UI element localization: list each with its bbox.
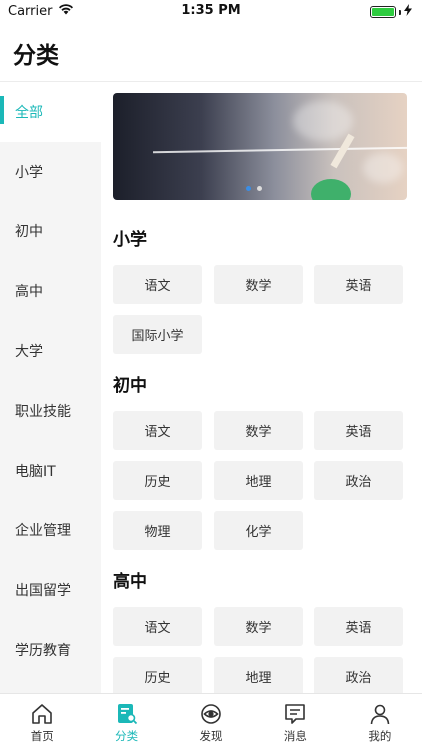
sidebar-item-university[interactable]: 大学 bbox=[0, 321, 101, 381]
tag-button[interactable]: 政治 bbox=[314, 657, 403, 693]
sidebar-item-junior-high[interactable]: 初中 bbox=[0, 202, 101, 262]
bottom-tab-bar: 首页 分类 发现 消息 我的 bbox=[0, 693, 422, 750]
tag-button[interactable]: 历史 bbox=[113, 657, 202, 693]
section-title-senior-high: 高中 bbox=[113, 572, 147, 592]
sidebar-item-management[interactable]: 企业管理 bbox=[0, 501, 101, 561]
status-time: 1:35 PM bbox=[181, 3, 241, 18]
tag-button[interactable]: 语文 bbox=[113, 607, 202, 646]
home-icon bbox=[32, 704, 53, 724]
sidebar-item-all[interactable]: 全部 bbox=[0, 82, 101, 142]
charging-icon bbox=[404, 4, 412, 20]
tag-button[interactable]: 英语 bbox=[314, 411, 403, 450]
sidebar-item-senior-high[interactable]: 高中 bbox=[0, 261, 101, 321]
category-sidebar: 全部 小学 初中 高中 大学 职业技能 电脑IT 企业管理 出国留学 学历教育 bbox=[0, 82, 101, 693]
tag-button[interactable]: 化学 bbox=[214, 511, 303, 550]
tag-button[interactable]: 政治 bbox=[314, 461, 403, 500]
tab-profile[interactable]: 我的 bbox=[338, 694, 422, 750]
tag-button[interactable]: 历史 bbox=[113, 461, 202, 500]
message-icon bbox=[285, 704, 306, 724]
tab-home[interactable]: 首页 bbox=[0, 694, 84, 750]
tag-button[interactable]: 地理 bbox=[214, 461, 303, 500]
tag-button[interactable]: 物理 bbox=[113, 511, 202, 550]
carousel-dot[interactable] bbox=[246, 186, 251, 191]
sidebar-item-computer-it[interactable]: 电脑IT bbox=[0, 441, 101, 501]
tag-button[interactable]: 数学 bbox=[214, 411, 303, 450]
carousel-dot[interactable] bbox=[257, 186, 262, 191]
status-bar: Carrier 1:35 PM bbox=[0, 0, 422, 22]
sidebar-item-primary[interactable]: 小学 bbox=[0, 142, 101, 202]
tag-button[interactable]: 语文 bbox=[113, 411, 202, 450]
eye-icon bbox=[201, 704, 221, 724]
section-title-primary: 小学 bbox=[113, 230, 147, 250]
carousel-indicator bbox=[246, 186, 262, 191]
category-icon bbox=[117, 704, 137, 725]
tab-messages[interactable]: 消息 bbox=[253, 694, 337, 750]
tab-category[interactable]: 分类 bbox=[84, 694, 168, 750]
category-content: 小学 语文 数学 英语 国际小学 初中 语文 数学 英语 历史 地理 政治 物理… bbox=[101, 82, 422, 693]
tag-button[interactable]: 数学 bbox=[214, 265, 303, 304]
banner-carousel[interactable] bbox=[113, 93, 407, 200]
tag-button[interactable]: 英语 bbox=[314, 607, 403, 646]
user-icon bbox=[370, 704, 390, 725]
tag-button[interactable]: 英语 bbox=[314, 265, 403, 304]
sidebar-item-degree[interactable]: 学历教育 bbox=[0, 620, 101, 680]
page-title: 分类 bbox=[13, 43, 59, 69]
banner-image-leaf bbox=[311, 179, 351, 200]
tab-discover[interactable]: 发现 bbox=[169, 694, 253, 750]
tag-button[interactable]: 地理 bbox=[214, 657, 303, 693]
battery-icon bbox=[370, 6, 396, 18]
tag-button[interactable]: 数学 bbox=[214, 607, 303, 646]
sidebar-item-vocational[interactable]: 职业技能 bbox=[0, 381, 101, 441]
section-title-junior-high: 初中 bbox=[113, 376, 147, 396]
tag-button[interactable]: 国际小学 bbox=[113, 315, 202, 354]
tag-button[interactable]: 语文 bbox=[113, 265, 202, 304]
sidebar-item-study-abroad[interactable]: 出国留学 bbox=[0, 560, 101, 620]
